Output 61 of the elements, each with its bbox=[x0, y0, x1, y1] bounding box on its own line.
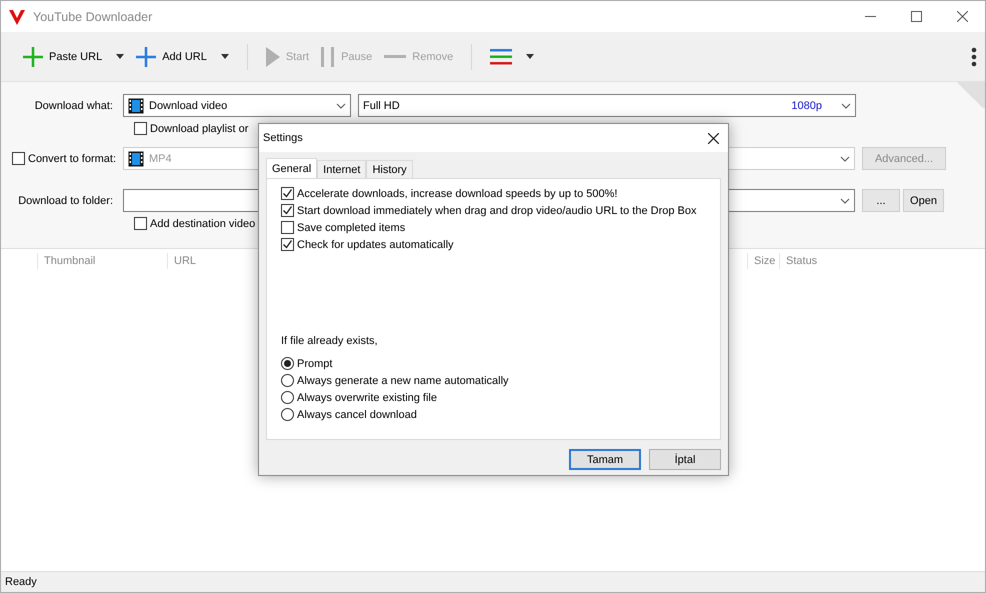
field-label: Download to folder: bbox=[17, 194, 114, 206]
maximize-icon[interactable] bbox=[910, 11, 922, 22]
play-icon bbox=[266, 46, 280, 66]
column-header[interactable]: Size bbox=[747, 252, 779, 268]
film-icon bbox=[128, 98, 144, 114]
chevron-down-icon bbox=[841, 102, 851, 108]
chevron-down-icon bbox=[336, 102, 346, 108]
pause-icon bbox=[321, 46, 336, 66]
close-icon[interactable] bbox=[956, 11, 968, 22]
open-button[interactable]: Open bbox=[903, 189, 944, 212]
checkbox[interactable] bbox=[281, 238, 294, 251]
checkbox[interactable] bbox=[134, 122, 147, 135]
checkbox[interactable] bbox=[12, 152, 25, 165]
radio-button[interactable] bbox=[281, 357, 294, 370]
option-label: Prompt bbox=[297, 358, 332, 370]
radio-button[interactable] bbox=[281, 391, 294, 404]
checkbox[interactable] bbox=[281, 187, 294, 200]
checkmark-icon bbox=[282, 205, 293, 216]
option-label: Accelerate downloads, increase download speeds by up to 500%! bbox=[297, 188, 618, 200]
checkbox-label: Add destination video bbox=[150, 218, 256, 230]
tab[interactable]: History bbox=[366, 160, 413, 178]
option-label: Always overwrite existing file bbox=[297, 392, 437, 404]
chevron-down-icon bbox=[840, 198, 850, 204]
app-logo-icon bbox=[9, 8, 25, 24]
list-icon bbox=[490, 48, 512, 64]
tab[interactable]: Internet bbox=[317, 160, 366, 178]
column-header[interactable]: Thumbnail bbox=[37, 252, 167, 268]
minimize-icon[interactable] bbox=[864, 16, 876, 17]
option-label: Check for updates automatically bbox=[297, 238, 454, 250]
browse-button[interactable]: ... bbox=[862, 189, 900, 212]
status-text: Ready bbox=[5, 576, 37, 588]
option-label: Start download immediately when drag and drop video/audio URL to the Drop Box bbox=[297, 204, 696, 216]
checkbox[interactable] bbox=[281, 221, 294, 234]
close-icon[interactable] bbox=[708, 132, 718, 144]
dialog-button[interactable]: Tamam bbox=[569, 449, 641, 470]
group-label: If file already exists, bbox=[281, 335, 379, 347]
radio-button[interactable] bbox=[281, 408, 294, 421]
option-label: Save completed items bbox=[297, 222, 406, 234]
option-label: Always cancel download bbox=[297, 408, 417, 420]
dialog-title: Settings bbox=[263, 132, 304, 144]
tab[interactable]: General bbox=[266, 158, 318, 178]
checkmark-icon bbox=[282, 239, 293, 250]
minus-icon bbox=[384, 55, 406, 58]
checkmark-icon bbox=[282, 188, 293, 199]
checkbox[interactable] bbox=[134, 217, 147, 230]
option-label: Always generate a new name automatically bbox=[297, 374, 509, 386]
chevron-down-icon bbox=[840, 156, 850, 162]
field-label: Download what: bbox=[34, 100, 114, 112]
toolbar-button[interactable]: Add URL bbox=[130, 42, 235, 70]
radio-button[interactable] bbox=[281, 374, 294, 387]
checkbox[interactable] bbox=[281, 204, 294, 217]
quality-dropdown[interactable]: Full HD 1080p bbox=[358, 94, 856, 117]
toolbar-button[interactable]: Paste URL bbox=[17, 42, 130, 70]
checkbox-label: Convert to format: bbox=[28, 152, 116, 164]
download-type-dropdown[interactable]: Download video bbox=[123, 94, 351, 117]
window-title: YouTube Downloader bbox=[33, 10, 154, 24]
dialog-button[interactable]: İptal bbox=[649, 449, 721, 470]
checkbox-label: Download playlist or bbox=[150, 122, 248, 134]
film-icon bbox=[128, 150, 144, 166]
column-header[interactable]: Status bbox=[779, 252, 949, 268]
more-options-icon[interactable] bbox=[971, 46, 977, 66]
